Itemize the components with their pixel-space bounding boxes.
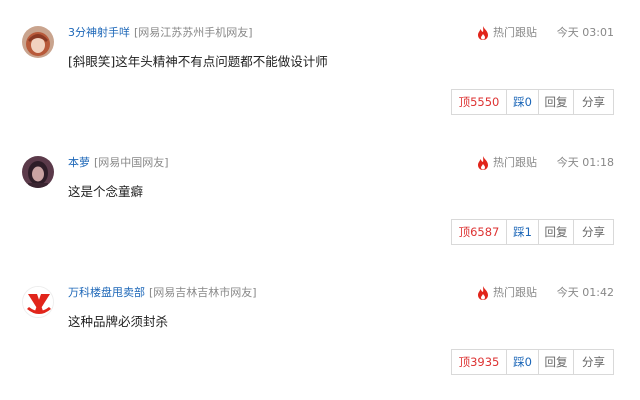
downvote-button[interactable]: 踩1 bbox=[506, 219, 539, 245]
avatar-dark-portrait-icon bbox=[22, 156, 54, 188]
reply-button[interactable]: 回复 bbox=[538, 89, 574, 115]
upvote-button[interactable]: 顶5550 bbox=[451, 89, 507, 115]
user-location: [网易江苏苏州手机网友] bbox=[134, 26, 253, 39]
comment-time: 今天 01:42 bbox=[556, 286, 614, 299]
upvote-button[interactable]: 顶6587 bbox=[451, 219, 507, 245]
avatar[interactable] bbox=[22, 26, 54, 58]
downvote-button[interactable]: 踩0 bbox=[506, 89, 539, 115]
hot-follow-tag: 热门跟贴 bbox=[477, 285, 537, 301]
reply-button[interactable]: 回复 bbox=[538, 349, 574, 375]
comment-item: 本萝 [网易中国网友] 热门跟贴 今天 01:18 这是个念童癖 顶6587 踩1… bbox=[0, 130, 640, 260]
avatar-anime-girl-icon bbox=[22, 26, 54, 58]
reply-button[interactable]: 回复 bbox=[538, 219, 574, 245]
comment-list: 3分神射手咩 [网易江苏苏州手机网友] 热门跟贴 今天 03:01 [斜眼笑]这年… bbox=[0, 0, 640, 400]
comment-time: 今天 03:01 bbox=[556, 26, 614, 39]
hot-follow-label: 热门跟贴 bbox=[493, 156, 537, 169]
user-line: 万科楼盘甩卖部 [网易吉林吉林市网友] bbox=[68, 285, 257, 301]
hot-follow-label: 热门跟贴 bbox=[493, 26, 537, 39]
username-link[interactable]: 3分神射手咩 bbox=[68, 26, 130, 39]
user-line: 本萝 [网易中国网友] bbox=[68, 155, 169, 171]
comment-actions: 顶3935 踩0 回复 分享 bbox=[451, 349, 614, 375]
hot-follow-tag: 热门跟贴 bbox=[477, 155, 537, 171]
hot-follow-label: 热门跟贴 bbox=[493, 286, 537, 299]
user-line: 3分神射手咩 [网易江苏苏州手机网友] bbox=[68, 25, 253, 41]
share-button[interactable]: 分享 bbox=[573, 89, 614, 115]
share-button[interactable]: 分享 bbox=[573, 349, 614, 375]
comment-actions: 顶6587 踩1 回复 分享 bbox=[451, 219, 614, 245]
avatar[interactable] bbox=[22, 156, 54, 188]
comment-text: [斜眼笑]这年头精神不有点问题都不能做设计师 bbox=[68, 54, 328, 69]
comment-time: 今天 01:18 bbox=[556, 156, 614, 169]
downvote-button[interactable]: 踩0 bbox=[506, 349, 539, 375]
comment-item: 万科楼盘甩卖部 [网易吉林吉林市网友] 热门跟贴 今天 01:42 这种品牌必须封… bbox=[0, 260, 640, 390]
share-button[interactable]: 分享 bbox=[573, 219, 614, 245]
comment-text: 这种品牌必须封杀 bbox=[68, 314, 169, 329]
user-location: [网易吉林吉林市网友] bbox=[149, 286, 257, 299]
hot-follow-tag: 热门跟贴 bbox=[477, 25, 537, 41]
username-link[interactable]: 万科楼盘甩卖部 bbox=[68, 286, 145, 299]
avatar[interactable] bbox=[22, 286, 54, 318]
flame-icon bbox=[478, 286, 488, 300]
upvote-button[interactable]: 顶3935 bbox=[451, 349, 507, 375]
username-link[interactable]: 本萝 bbox=[68, 156, 90, 169]
comment-item: 3分神射手咩 [网易江苏苏州手机网友] 热门跟贴 今天 03:01 [斜眼笑]这年… bbox=[0, 0, 640, 130]
flame-icon bbox=[478, 156, 488, 170]
comment-text: 这是个念童癖 bbox=[68, 184, 144, 199]
comment-actions: 顶5550 踩0 回复 分享 bbox=[451, 89, 614, 115]
flame-icon bbox=[478, 26, 488, 40]
user-location: [网易中国网友] bbox=[94, 156, 169, 169]
avatar-vanke-logo-icon bbox=[23, 287, 53, 317]
